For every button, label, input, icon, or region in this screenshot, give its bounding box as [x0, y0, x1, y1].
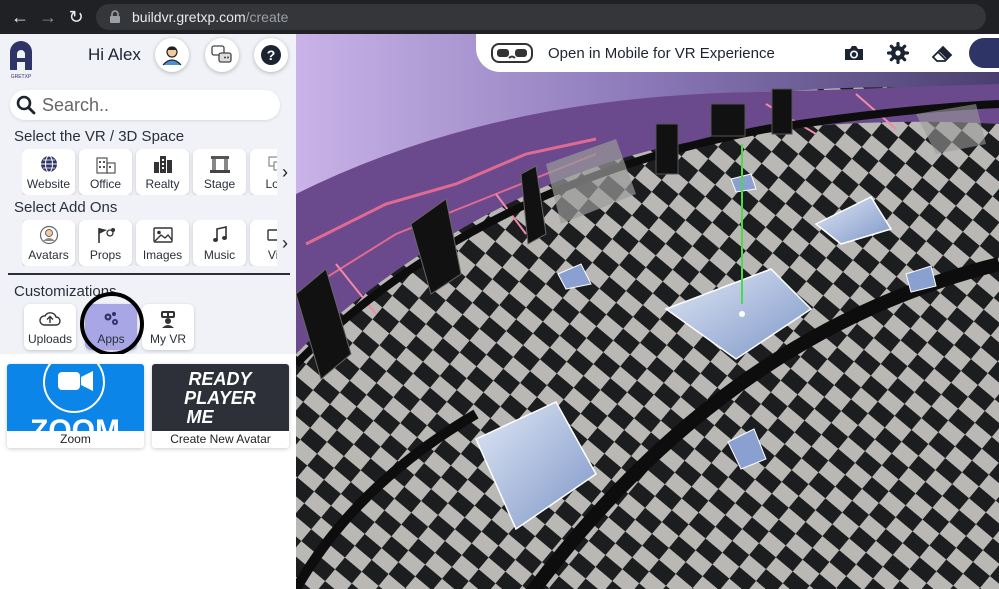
tile-label: Vid — [267, 248, 277, 262]
user-avatar-icon — [162, 46, 182, 66]
eraser-icon — [931, 45, 953, 62]
lock-icon — [110, 10, 120, 23]
forward-arrow-icon[interactable]: → — [34, 3, 62, 31]
search-input[interactable] — [42, 94, 262, 116]
back-arrow-icon[interactable]: ← — [6, 3, 34, 31]
tile-label: Website — [26, 177, 71, 191]
office-building-icon — [95, 157, 116, 174]
app-card-ready-player-me[interactable]: READY PLAYER ME Create New Avatar — [152, 364, 289, 448]
vr-headset-icon — [491, 43, 533, 63]
tile-label: Realty — [145, 177, 180, 191]
search-icon — [16, 95, 36, 115]
stage-icon — [209, 156, 230, 173]
settings-button[interactable] — [884, 40, 912, 66]
app-card-label: Zoom — [60, 432, 91, 446]
addon-tile-music[interactable]: Music — [193, 220, 246, 266]
vr-avatar-icon — [161, 311, 175, 328]
profile-button[interactable] — [155, 38, 189, 72]
gretxp-logo[interactable]: GRETXP — [7, 40, 35, 80]
cloud-upload-icon — [39, 312, 61, 326]
vr-prompt-bar[interactable]: Open in Mobile for VR Experience — [476, 34, 999, 72]
addon-tile-props[interactable]: Props — [79, 220, 132, 266]
tile-label: Uploads — [27, 332, 73, 346]
vr-viewport[interactable]: Open in Mobile for VR Experience — [296, 34, 999, 589]
addon-tile-avatars[interactable]: Avatars — [22, 220, 75, 266]
image-icon — [152, 227, 173, 243]
sidebar: GRETXP Hi Alex ? Select the VR / 3D Spac… — [0, 34, 296, 589]
search-box[interactable] — [10, 90, 280, 120]
chat-button[interactable] — [205, 38, 239, 72]
reload-icon[interactable]: ↻ — [62, 3, 90, 31]
tile-label: Stage — [203, 177, 236, 191]
apps-panel: ZOOM Zoom READY PLAYER ME Create New Ava… — [0, 354, 296, 589]
question-mark-icon: ? — [261, 45, 281, 65]
custom-tile-myvr[interactable]: My VR — [142, 304, 194, 350]
space-section-title: Select the VR / 3D Space — [14, 128, 185, 145]
addons-tile-row: Avatars Props Images Music Vid — [22, 220, 277, 266]
video-icon — [266, 229, 277, 241]
svg-text:ZOOM: ZOOM — [30, 414, 120, 431]
url-path: /create — [245, 9, 289, 25]
screenshot-button[interactable] — [840, 40, 868, 66]
addon-tile-video[interactable]: Vid — [250, 220, 277, 266]
custom-tile-uploads[interactable]: Uploads — [24, 304, 76, 350]
ready-player-me-logo: READY PLAYER ME — [152, 364, 289, 431]
url-host: buildvr.gretxp.com — [132, 9, 246, 25]
tile-label: Avatars — [28, 248, 69, 262]
highlight-ring-annotation — [80, 292, 144, 356]
space-tile-row: Website Office Realty Stage Low — [22, 149, 277, 195]
space-tile-low[interactable]: Low — [250, 149, 277, 195]
svg-text:READY: READY — [188, 369, 253, 389]
low-poly-icon — [267, 156, 277, 171]
props-icon — [97, 228, 115, 243]
addons-section-title: Select Add Ons — [14, 199, 118, 216]
app-card-zoom[interactable]: ZOOM Zoom — [7, 364, 144, 448]
svg-text:PLAYER: PLAYER — [184, 388, 256, 408]
tile-label: Low — [265, 177, 277, 191]
addons-scroll-right-icon[interactable]: › — [278, 233, 292, 253]
section-divider — [8, 273, 290, 275]
svg-text:?: ? — [267, 47, 276, 63]
zoom-logo: ZOOM — [7, 364, 144, 431]
tile-label: Music — [203, 248, 236, 262]
space-tile-realty[interactable]: Realty — [136, 149, 189, 195]
gear-icon — [887, 42, 909, 64]
svg-text:GRETXP: GRETXP — [11, 74, 32, 80]
space-scroll-right-icon[interactable]: › — [278, 162, 292, 182]
avatar-icon — [39, 225, 58, 245]
music-note-icon — [212, 226, 227, 242]
globe-icon — [40, 155, 57, 173]
vr-scene-canvas[interactable] — [296, 34, 999, 589]
browser-chrome: ← → ↻ buildvr.gretxp.com/create — [0, 0, 999, 34]
svg-text:ME: ME — [187, 407, 215, 427]
tile-label: Office — [89, 177, 122, 191]
help-button[interactable]: ? — [254, 38, 288, 72]
chat-bubbles-icon — [211, 45, 232, 63]
city-buildings-icon — [153, 156, 172, 173]
addon-tile-images[interactable]: Images — [136, 220, 189, 266]
menu-pill-button[interactable] — [969, 38, 999, 68]
space-tile-stage[interactable]: Stage — [193, 149, 246, 195]
camera-icon — [845, 46, 863, 60]
space-tile-website[interactable]: Website — [22, 149, 75, 195]
space-tile-office[interactable]: Office — [79, 149, 132, 195]
tile-label: Images — [142, 248, 183, 262]
greeting-text: Hi Alex — [88, 45, 141, 64]
app-card-label: Create New Avatar — [170, 432, 271, 446]
eraser-button[interactable] — [928, 40, 956, 66]
vr-prompt-text: Open in Mobile for VR Experience — [548, 44, 775, 62]
tile-label: My VR — [150, 332, 186, 346]
address-bar[interactable]: buildvr.gretxp.com/create — [96, 4, 986, 30]
tile-label: Props — [89, 248, 122, 262]
